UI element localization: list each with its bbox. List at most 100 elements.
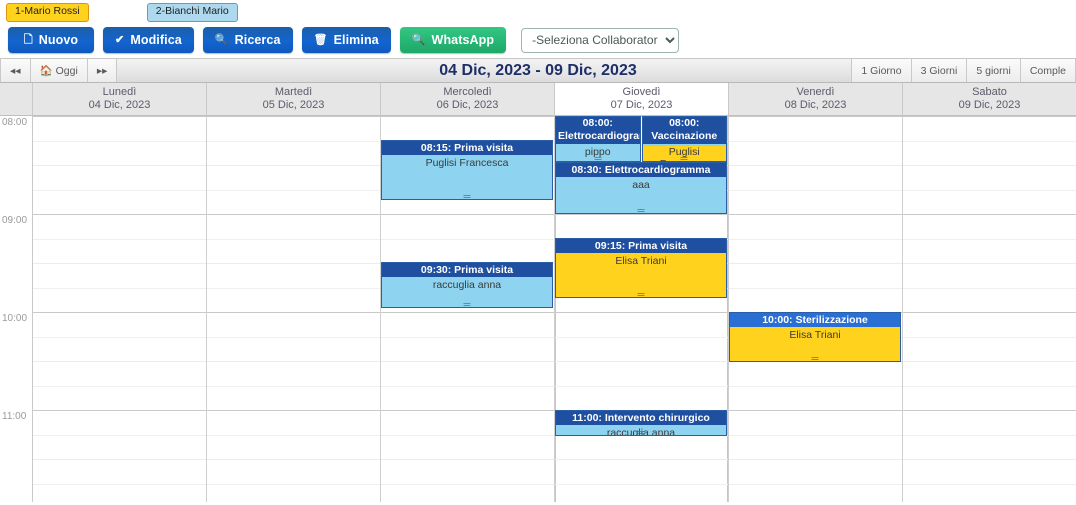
gridlines [33,116,206,502]
day-header-date: 06 Dic, 2023 [436,99,499,111]
gridline [903,337,1076,338]
calendar-event[interactable]: 11:00: Intervento chirurgico raccuglia an… [555,410,727,436]
day-column-2[interactable]: 08:15: Prima visita Puglisi Francesca 09:3… [381,116,555,502]
event-person: Elisa Triani [789,329,841,341]
gridline [729,141,902,142]
day-header-2[interactable]: Mercoledì 06 Dic, 2023 [381,83,555,115]
gridline [555,459,728,460]
day-column-1[interactable] [207,116,381,502]
event-resize-handle[interactable] [811,357,819,360]
gridline [729,435,902,436]
gridline [207,459,380,460]
gridline [381,386,554,387]
event-resize-handle[interactable] [463,303,471,306]
calendar-event[interactable]: 08:30: Elettrocardiogramma aaa [555,162,727,214]
gridline [33,190,206,191]
event-resize-handle[interactable] [680,157,688,160]
gridline [903,116,1076,117]
event-title: 09:15: Prima visita [556,239,726,253]
day-column-0[interactable] [33,116,207,502]
gridline [33,484,206,485]
gridline [207,410,380,411]
gridlines [207,116,380,502]
hour-label: 09:00 [2,215,28,226]
view-5-giorni[interactable]: 5 giorni [967,59,1021,82]
gridline [903,484,1076,485]
gridline [381,410,554,411]
event-resize-handle[interactable] [637,209,645,212]
calendar-event[interactable]: 08:00: Elettrocardiogrammpippo [555,116,641,162]
calendar-event[interactable]: 10:00: Sterilizzazione Elisa Triani [729,312,901,362]
calendar-event[interactable]: 08:00: VaccinazionePuglisi Francesca [641,116,727,162]
event-body: raccuglia anna [382,277,552,307]
day-header-name: Giovedì [622,86,661,98]
event-person: aaa [632,179,650,191]
day-header-date: 07 Dic, 2023 [610,99,673,111]
delete-button[interactable]: 🗑 Elimina [301,27,391,53]
gridline [555,361,728,362]
day-header-0[interactable]: Lunedì 04 Dic, 2023 [33,83,207,115]
gridlines [729,116,902,502]
event-resize-handle[interactable] [594,157,602,160]
day-column-3[interactable]: 08:00: Elettrocardiogrammpippo08:00: Vac… [555,116,729,502]
gridline [33,214,206,215]
chevron-left-icon: ◂◂ [10,64,21,77]
day-header-name: Sabato [972,86,1007,98]
gridline [729,410,902,411]
legend-chip-1[interactable]: 1-Mario Rossi [6,3,89,22]
prev-period-button[interactable]: ◂◂ [0,59,31,82]
collaborator-select[interactable]: -Seleziona Collaboratore- [521,27,680,53]
gridline [207,386,380,387]
hour-label: 11:00 [2,411,27,422]
event-title: 09:30: Prima visita [382,263,552,277]
gridline [207,141,380,142]
view-3-giorni[interactable]: 3 Giorni [911,59,968,82]
event-resize-handle[interactable] [637,293,645,296]
calendar-event[interactable]: 09:15: Prima visita Elisa Triani [555,238,727,298]
day-header-4[interactable]: Venerdì 08 Dic, 2023 [729,83,903,115]
gridline [729,484,902,485]
event-resize-handle[interactable] [637,431,645,434]
gridline [207,484,380,485]
legend-chip-2[interactable]: 2-Bianchi Mario [146,3,238,22]
gridline [207,239,380,240]
gridline [33,435,206,436]
gridline [903,435,1076,436]
nav-left-group: ◂◂ 🏠 Oggi ▸▸ [0,59,118,82]
view-completa[interactable]: Comple [1020,59,1076,82]
gridline [729,386,902,387]
gridline [33,165,206,166]
gridline [903,312,1076,313]
day-header-3[interactable]: Giovedì 07 Dic, 2023 [555,83,729,115]
gridline [207,337,380,338]
next-period-button[interactable]: ▸▸ [87,59,118,82]
gridline [33,361,206,362]
edit-button[interactable]: ✔ Modifica [103,27,194,53]
gridline [729,190,902,191]
new-button[interactable]: 🗋 Nuovo [8,27,94,53]
gridline [903,459,1076,460]
gridline [903,141,1076,142]
event-person: Elisa Triani [615,255,667,267]
gridline [903,263,1076,264]
event-body: Elisa Triani [730,327,900,361]
event-person: raccuglia anna [432,279,502,291]
day-header-date: 08 Dic, 2023 [784,99,847,111]
calendar-body: 08:00 09:00 10:00 11:00 08:15: Prima visita… [0,116,1076,502]
view-1-giorno[interactable]: 1 Giorno [851,59,912,82]
gridline [729,214,902,215]
event-resize-handle[interactable] [463,195,471,198]
today-button[interactable]: 🏠 Oggi [30,59,88,82]
calendar-navbar: ◂◂ 🏠 Oggi ▸▸ 04 Dic, 2023 - 09 Dic, 2023… [0,58,1076,83]
search-button[interactable]: 🔍 Ricerca [202,27,293,53]
day-header-5[interactable]: Sabato 09 Dic, 2023 [903,83,1076,115]
calendar-event[interactable]: 09:30: Prima visita raccuglia anna [381,262,553,308]
gridline [903,214,1076,215]
day-column-5[interactable] [903,116,1076,502]
day-column-4[interactable]: 10:00: Sterilizzazione Elisa Triani [729,116,903,502]
whatsapp-button[interactable]: 🔍 WhatsApp [399,27,507,53]
time-gutter-header [0,83,33,115]
calendar-event[interactable]: 08:15: Prima visita Puglisi Francesca [381,140,553,200]
main-toolbar: 🗋 Nuovo ✔ Modifica 🔍 Ricerca 🗑 Elimina 🔍… [0,22,1076,58]
day-header-1[interactable]: Martedì 05 Dic, 2023 [207,83,381,115]
